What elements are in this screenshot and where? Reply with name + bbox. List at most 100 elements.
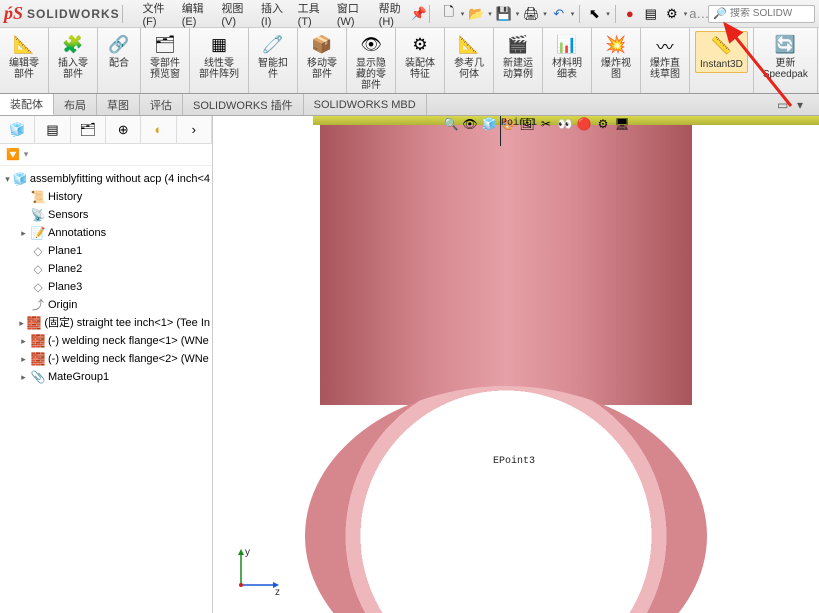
ribbon-label-10: 新建运 动算例	[503, 58, 533, 80]
dimxpert-tab-icon[interactable]: ⊕	[106, 116, 141, 143]
ribbon-icon-15: 🔄	[773, 33, 797, 57]
logo-text: SOLIDWORKS	[27, 7, 120, 21]
tab-sketch[interactable]: 草图	[97, 94, 140, 115]
ribbon-4[interactable]: ▦线性零 部件阵列	[195, 31, 243, 82]
rebuild-icon[interactable]: ●	[621, 5, 639, 23]
model-flange-face[interactable]	[305, 386, 707, 613]
vp-appear-icon[interactable]: 🔴	[576, 116, 592, 132]
config-tab-icon[interactable]: 🗂	[71, 116, 106, 143]
filter-row[interactable]: 🔽 ▾	[0, 144, 212, 166]
menu-tools[interactable]: 工具(T)	[292, 0, 329, 30]
model-pipe-body[interactable]	[320, 125, 692, 405]
ribbon-label-9: 参考几 何体	[454, 58, 484, 80]
vp-orient-icon[interactable]: 🧊	[481, 116, 497, 132]
expand-icon[interactable]: ›	[177, 116, 212, 143]
ribbon-15[interactable]: 🔄更新 Speedpak	[759, 31, 812, 82]
vp-section-icon[interactable]: ✂	[538, 116, 554, 132]
ribbon-7[interactable]: 👁显示隐 藏的零 部件	[352, 31, 390, 93]
ribbon-icon-2: 🔗	[107, 33, 131, 57]
axis-y-label: y	[245, 547, 250, 558]
options-icon[interactable]: ⚙	[663, 5, 681, 23]
search-input[interactable]	[730, 8, 810, 19]
ribbon-icon-7: 👁	[359, 33, 383, 57]
property-tab-icon[interactable]: ▤	[35, 116, 70, 143]
select-icon[interactable]: ⬉	[585, 5, 603, 23]
ribbon-collapse-icon[interactable]: ▾	[797, 98, 811, 112]
ribbon-min-icon[interactable]: ▭	[777, 98, 791, 112]
tab-layout[interactable]: 布局	[54, 94, 97, 115]
command-ribbon: 📐编辑零 部件 🧩插入零 部件 🔗配合 🗂零部件 预览窗 ▦线性零 部件阵列 🧷智能扣 件…	[0, 28, 819, 94]
ribbon-5[interactable]: 🧷智能扣 件	[254, 31, 292, 82]
menu-view[interactable]: 视图(V)	[215, 0, 253, 30]
menu-file[interactable]: 文件(F)	[136, 0, 173, 30]
menu-help[interactable]: 帮助(H)	[373, 0, 411, 30]
ribbon-8[interactable]: ⚙装配体 特征	[401, 31, 439, 82]
search-box[interactable]: 🔎	[708, 5, 815, 23]
ribbon-1[interactable]: 🧩插入零 部件	[54, 31, 92, 82]
ribbon-13[interactable]: 〰爆炸直 线草图	[646, 31, 684, 82]
ribbon-10[interactable]: 🎬新建运 动算例	[499, 31, 537, 82]
pin-icon[interactable]: 📌	[411, 5, 427, 23]
menu-insert[interactable]: 插入(I)	[255, 0, 290, 30]
tree-item-4[interactable]: ◇Plane2	[2, 260, 210, 278]
more-commands[interactable]: a…	[690, 5, 708, 23]
expand-icon[interactable]: ▸	[19, 369, 28, 385]
undo-icon[interactable]: ↶	[550, 5, 568, 23]
tree-item-2[interactable]: ▸📝Annotations	[2, 224, 210, 242]
ribbon-12[interactable]: 💥爆炸视 图	[597, 31, 635, 82]
vp-screen-icon[interactable]: 🖥	[614, 116, 630, 132]
tree-item-7[interactable]: ▸🧱(固定) straight tee inch<1> (Tee In	[2, 314, 210, 332]
tree-root[interactable]: ▾ 🧊 assemblyfitting without acp (4 inch<…	[2, 170, 210, 188]
feature-tree-tab-icon[interactable]: 🧊	[0, 116, 35, 143]
tree-item-3[interactable]: ◇Plane1	[2, 242, 210, 260]
expand-icon[interactable]: ▸	[19, 225, 28, 241]
open-icon[interactable]: 📂	[467, 5, 485, 23]
new-icon[interactable]: 🗋	[440, 5, 458, 23]
print-icon[interactable]: 🖨	[522, 5, 540, 23]
triad-axis[interactable]: y z	[231, 545, 281, 598]
save-icon[interactable]: 💾	[495, 5, 513, 23]
display-tab-icon[interactable]: ◐	[141, 116, 176, 143]
ribbon-icon-4: ▦	[207, 33, 231, 57]
ribbon-label-3: 零部件 预览窗	[150, 58, 180, 80]
menu-window[interactable]: 窗口(W)	[331, 0, 371, 30]
expand-icon[interactable]: ▸	[19, 315, 24, 331]
point1-label: Point1	[501, 118, 537, 129]
expand-icon[interactable]: ▸	[19, 333, 28, 349]
ribbon-2[interactable]: 🔗配合	[103, 31, 135, 71]
tab-mbd[interactable]: SOLIDWORKS MBD	[304, 94, 427, 115]
tree-item-label: (-) welding neck flange<1> (WNe	[48, 333, 209, 349]
vp-setting-icon[interactable]: ⚙	[595, 116, 611, 132]
options-panel-icon[interactable]: ▤	[642, 5, 660, 23]
tree-item-10[interactable]: ▸📎MateGroup1	[2, 368, 210, 386]
vp-hide-icon[interactable]: 👀	[557, 116, 573, 132]
vp-zoom-icon[interactable]: 🔍	[443, 116, 459, 132]
tree-item-icon: 📡	[31, 208, 45, 222]
tab-evaluate[interactable]: 评估	[140, 94, 183, 115]
ribbon-11[interactable]: 📊材料明 细表	[548, 31, 586, 82]
vp-view-icon[interactable]: 👁	[462, 116, 478, 132]
tree-item-9[interactable]: ▸🧱(-) welding neck flange<2> (WNe	[2, 350, 210, 368]
ribbon-14[interactable]: 📏Instant3D	[695, 31, 748, 73]
ribbon-3[interactable]: 🗂零部件 预览窗	[146, 31, 184, 82]
ribbon-9[interactable]: 📐参考几 何体	[450, 31, 488, 82]
tree-item-5[interactable]: ◇Plane3	[2, 278, 210, 296]
tree-item-icon: 📜	[31, 190, 45, 204]
tree-item-1[interactable]: 📡Sensors	[2, 206, 210, 224]
tree-item-icon: 📝	[31, 226, 45, 240]
expand-icon[interactable]: ▸	[19, 351, 28, 367]
ribbon-label-0: 编辑零 部件	[9, 58, 39, 80]
ribbon-0[interactable]: 📐编辑零 部件	[5, 31, 43, 82]
quick-access-toolbar: 🗋▾ 📂▾ 💾▾ 🖨▾ ↶▾ ⬉▾ ● ▤ ⚙▾ a…	[440, 5, 709, 23]
tree-item-label: Origin	[48, 297, 77, 313]
tree-item-icon: ◇	[31, 244, 45, 258]
viewport-3d[interactable]: 🔍 👁 🧊 🎨 🖼 ✂ 👀 🔴 ⚙ 🖥 Point1 EPoint3 y z	[213, 116, 819, 613]
ribbon-6[interactable]: 📦移动零 部件	[303, 31, 341, 82]
menu-edit[interactable]: 编辑(E)	[176, 0, 214, 30]
collapse-icon[interactable]: ▾	[5, 171, 10, 187]
tree-item-0[interactable]: 📜History	[2, 188, 210, 206]
tab-swaddin[interactable]: SOLIDWORKS 插件	[183, 94, 304, 115]
tree-item-8[interactable]: ▸🧱(-) welding neck flange<1> (WNe	[2, 332, 210, 350]
tree-item-6[interactable]: ⤴Origin	[2, 296, 210, 314]
tab-assembly[interactable]: 装配体	[0, 94, 54, 115]
